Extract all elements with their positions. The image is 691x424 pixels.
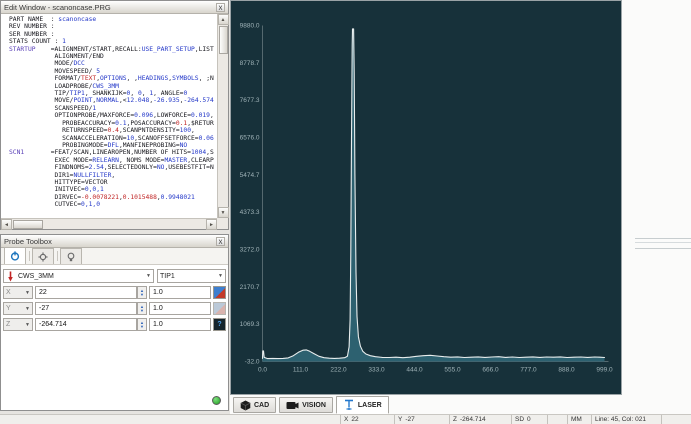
- status-x: X22: [341, 415, 395, 424]
- y-graph-button[interactable]: [213, 302, 226, 315]
- tab-illumination[interactable]: [60, 248, 82, 264]
- probe-toolbox-tabstrip: [1, 248, 228, 265]
- tab-label: CAD: [254, 402, 269, 409]
- scan-profile-chart: -32.0 1069.3 2170.7 3272.0 4373.3 5474.7 6576.…: [231, 1, 621, 394]
- svg-text:4373.3: 4373.3: [240, 209, 260, 216]
- x-graph-button[interactable]: [213, 286, 226, 299]
- status-caret-position: Line: 45, Col: 021: [592, 415, 662, 424]
- chevron-down-icon: ▼: [22, 306, 30, 312]
- edit-window-title: Edit Window - scanoncase.PRG: [4, 3, 216, 12]
- svg-text:222.0: 222.0: [330, 367, 347, 374]
- camera-icon: [286, 400, 299, 410]
- tab-cad[interactable]: CAD: [233, 397, 276, 413]
- status-z: Z-264.714: [450, 415, 512, 424]
- y-value-field[interactable]: -27: [35, 302, 137, 315]
- chevron-down-icon: ▼: [143, 273, 151, 279]
- svg-text:888.0: 888.0: [558, 367, 575, 374]
- x-scale-field[interactable]: 1.0: [149, 286, 211, 299]
- power-icon: [10, 251, 20, 261]
- svg-text:555.0: 555.0: [444, 367, 461, 374]
- tab-laser[interactable]: LASER: [336, 396, 389, 414]
- edit-window-titlebar[interactable]: Edit Window - scanoncase.PRG x: [1, 1, 228, 14]
- svg-text:1069.3: 1069.3: [240, 321, 260, 328]
- horizontal-scrollbar[interactable]: ◄ ►: [1, 218, 217, 229]
- chevron-down-icon: ▼: [22, 290, 30, 296]
- axis-select-x[interactable]: X ▼: [3, 286, 33, 299]
- svg-text:8778.7: 8778.7: [240, 60, 260, 67]
- svg-text:3272.0: 3272.0: [240, 247, 260, 254]
- probe-toolbox-title: Probe Toolbox: [4, 237, 216, 246]
- svg-text:333.0: 333.0: [368, 367, 385, 374]
- svg-text:999.0: 999.0: [596, 367, 613, 374]
- probe-name: CWS_3MM: [18, 273, 54, 280]
- status-sd: SD0: [512, 415, 548, 424]
- green-indicator-button[interactable]: [212, 396, 221, 405]
- close-icon[interactable]: x: [216, 237, 225, 246]
- svg-text:9880.0: 9880.0: [240, 23, 260, 30]
- y-value-stepper[interactable]: ▲▼: [137, 302, 147, 315]
- svg-text:111.0: 111.0: [293, 367, 309, 374]
- status-y: Y-27: [395, 415, 450, 424]
- z-value-field[interactable]: -264.714: [35, 318, 137, 331]
- svg-text:-32.0: -32.0: [245, 359, 260, 366]
- svg-text:2170.7: 2170.7: [240, 284, 260, 291]
- axis-select-y[interactable]: Y ▼: [3, 302, 33, 315]
- svg-text:777.0: 777.0: [520, 367, 537, 374]
- tab-probe-position[interactable]: [4, 247, 26, 264]
- scroll-up-icon[interactable]: ▲: [218, 14, 229, 25]
- svg-text:6576.0: 6576.0: [240, 135, 260, 142]
- z-help-button[interactable]: ?: [213, 318, 226, 331]
- svg-text:444.0: 444.0: [406, 367, 423, 374]
- close-icon[interactable]: x: [216, 3, 225, 12]
- tab-settings[interactable]: [32, 248, 54, 264]
- x-value-stepper[interactable]: ▲▼: [137, 286, 147, 299]
- svg-text:0.0: 0.0: [258, 367, 267, 374]
- tab-vision[interactable]: VISION: [279, 397, 333, 413]
- lightbulb-icon: [66, 252, 76, 262]
- probe-toolbox-titlebar[interactable]: Probe Toolbox x: [1, 235, 228, 248]
- cube-icon: [240, 400, 251, 411]
- axis-select-z[interactable]: Z ▼: [3, 318, 33, 331]
- status-units: MM: [568, 415, 592, 424]
- tab-label: VISION: [302, 402, 326, 409]
- status-bar: X22 Y-27 Z-264.714 SD0 MM Line: 45, Col:…: [0, 414, 691, 424]
- laser-scan-view[interactable]: -32.0 1069.3 2170.7 3272.0 4373.3 5474.7 6576.…: [230, 0, 622, 395]
- x-value-field[interactable]: 22: [35, 286, 137, 299]
- scroll-right-icon[interactable]: ►: [206, 219, 217, 230]
- status-empty-cell: [548, 415, 568, 424]
- right-workspace-background: [622, 0, 691, 414]
- mode-tab-row: CAD VISION LASER: [230, 396, 691, 414]
- svg-text:5474.7: 5474.7: [240, 172, 260, 179]
- panel-grip-handle[interactable]: [635, 238, 691, 249]
- axis-label: Z: [6, 321, 10, 328]
- svg-text:7677.3: 7677.3: [240, 97, 260, 104]
- probe-select[interactable]: CWS_3MM ▼: [3, 269, 154, 283]
- axis-label: X: [6, 289, 11, 296]
- code-editor[interactable]: PART NAME : scanoncaseREV NUMBER :SER NU…: [1, 14, 217, 218]
- horizontal-scroll-thumb[interactable]: [13, 220, 43, 229]
- probe-icon: [6, 271, 15, 282]
- z-scale-field[interactable]: 1.0: [149, 318, 211, 331]
- laser-probe-icon: [343, 399, 355, 411]
- scroll-down-icon[interactable]: ▼: [218, 207, 229, 218]
- z-value-stepper[interactable]: ▲▼: [137, 318, 147, 331]
- gear-icon: [38, 252, 48, 262]
- chevron-down-icon: ▼: [22, 322, 30, 328]
- y-scale-field[interactable]: 1.0: [149, 302, 211, 315]
- probe-toolbox-body: [3, 347, 226, 407]
- probe-toolbox: Probe Toolbox x: [0, 234, 229, 411]
- edit-window: Edit Window - scanoncase.PRG x PART NAME…: [0, 0, 229, 230]
- tip-name: TIP1: [160, 273, 175, 280]
- tip-select[interactable]: TIP1 ▼: [157, 269, 226, 283]
- tab-label: LASER: [358, 402, 382, 409]
- scroll-left-icon[interactable]: ◄: [1, 219, 12, 230]
- svg-text:666.0: 666.0: [482, 367, 499, 374]
- vertical-scrollbar[interactable]: ▲ ▼: [217, 14, 228, 218]
- chevron-down-icon: ▼: [215, 273, 223, 279]
- vertical-scroll-thumb[interactable]: [219, 26, 228, 54]
- axis-label: Y: [6, 305, 11, 312]
